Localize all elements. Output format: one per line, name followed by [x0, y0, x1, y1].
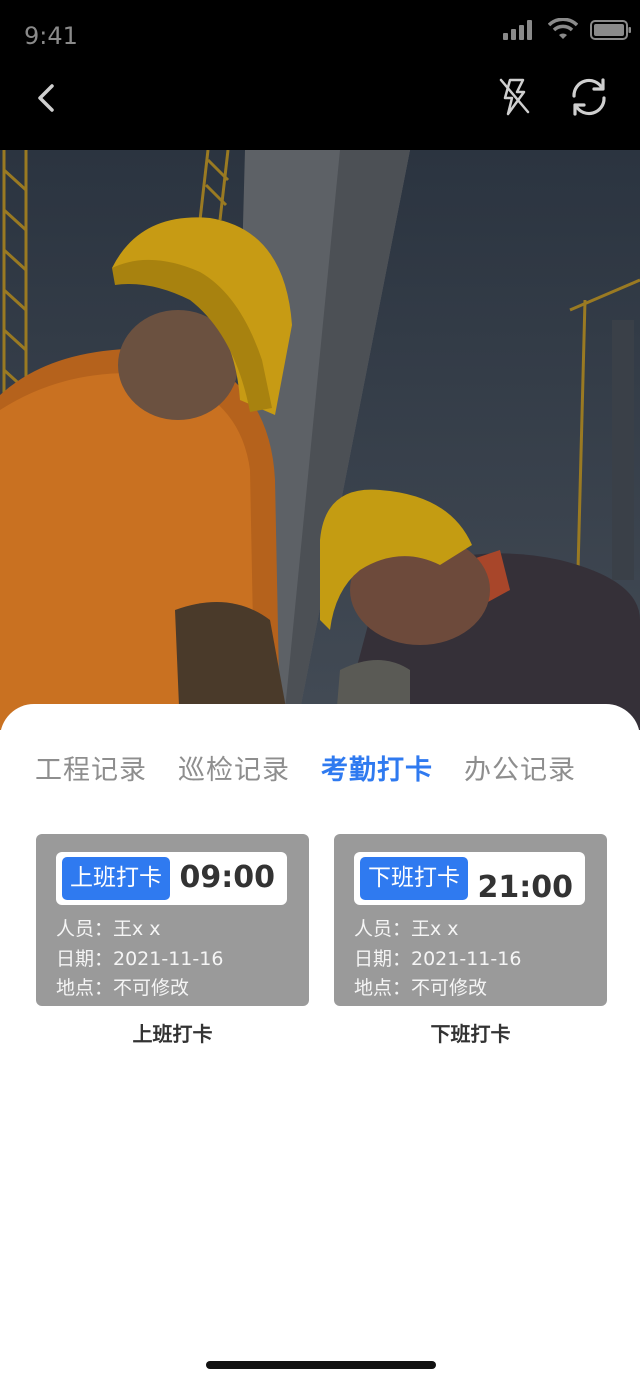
checkout-watermark-card[interactable]: 下班打卡 21:00 人员：王x x 日期：2021-11-16 地点：不可修改 — [334, 834, 607, 1006]
home-indicator — [206, 1361, 436, 1369]
switch-camera-button[interactable] — [566, 74, 612, 120]
camera-switch-icon — [572, 78, 606, 116]
status-icons — [502, 18, 632, 42]
card-header: 上班打卡 09:00 — [56, 852, 287, 905]
checkin-time: 09:00 — [179, 860, 276, 895]
checkout-tag: 下班打卡 — [360, 857, 468, 900]
tab-bar: 工程记录 巡检记录 考勤打卡 办公记录 — [0, 748, 640, 839]
card-location: 地点：不可修改 — [56, 977, 190, 999]
chevron-left-icon — [38, 84, 54, 112]
checkin-watermark-card[interactable]: 上班打卡 09:00 人员：王x x 日期：2021-11-16 地点：不可修改 — [36, 834, 309, 1006]
tab-attendance-checkin[interactable]: 考勤打卡 — [321, 748, 433, 787]
card-date: 日期：2021-11-16 — [354, 948, 522, 970]
tab-office-records[interactable]: 办公记录 — [464, 748, 576, 787]
card-person: 人员：王x x — [354, 918, 459, 940]
checkout-time: 21:00 — [477, 870, 574, 905]
bottom-sheet: 工程记录 巡检记录 考勤打卡 办公记录 上班打卡 09:00 人员：王x x 日… — [0, 704, 640, 1386]
checkout-caption: 下班打卡 — [430, 1022, 511, 1046]
card-person: 人员：王x x — [56, 918, 161, 940]
status-time: 9:41 — [24, 22, 78, 50]
card-date: 日期：2021-11-16 — [56, 948, 224, 970]
wifi-icon — [548, 18, 578, 39]
flash-toggle-button[interactable] — [492, 74, 536, 118]
tab-inspection-records[interactable]: 巡检记录 — [178, 748, 290, 787]
back-button[interactable] — [28, 76, 68, 120]
checkin-tag: 上班打卡 — [62, 857, 170, 900]
construction-workers-photo — [0, 150, 640, 730]
flash-off-icon — [499, 78, 530, 116]
camera-top-bar: 9:41 — [0, 0, 640, 150]
camera-preview — [0, 150, 640, 730]
battery-icon — [590, 20, 631, 40]
card-header: 下班打卡 21:00 — [354, 852, 585, 905]
signal-icon — [503, 20, 532, 40]
tab-engineering-records[interactable]: 工程记录 — [35, 748, 147, 787]
checkin-caption: 上班打卡 — [132, 1022, 213, 1046]
card-location: 地点：不可修改 — [354, 977, 488, 999]
